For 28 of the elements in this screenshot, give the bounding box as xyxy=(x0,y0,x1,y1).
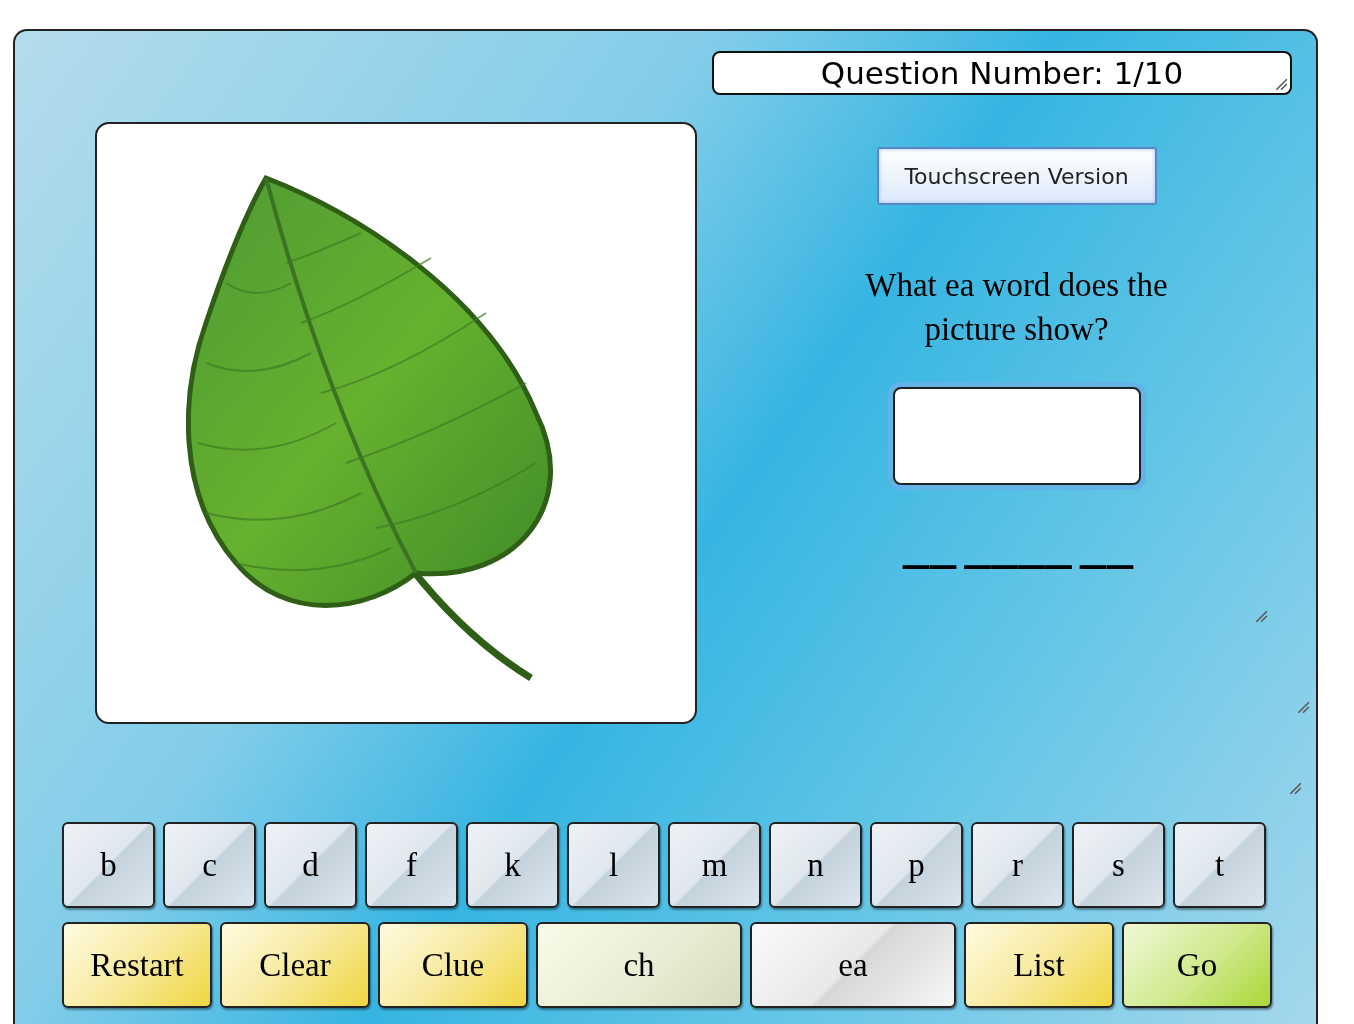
word-blanks: —— ———— —— xyxy=(901,547,1132,582)
letter-key[interactable]: r xyxy=(971,822,1064,908)
resize-grip-icon xyxy=(1274,77,1288,91)
question-prompt: What ea word does the picture show? xyxy=(864,266,1169,349)
keyboard-key[interactable]: Restart xyxy=(62,922,212,1008)
resize-grip-icon xyxy=(1288,781,1302,795)
touchscreen-version-button[interactable]: Touchscreen Version xyxy=(876,147,1157,205)
keyboard-key[interactable]: ch xyxy=(536,922,742,1008)
letter-key[interactable]: l xyxy=(567,822,660,908)
letter-key[interactable]: f xyxy=(365,822,458,908)
letter-key[interactable]: t xyxy=(1173,822,1266,908)
keyboard-key[interactable]: Clear xyxy=(220,922,370,1008)
letter-key[interactable]: m xyxy=(668,822,761,908)
letter-key[interactable]: k xyxy=(466,822,559,908)
letter-key[interactable]: p xyxy=(870,822,963,908)
keyboard-key[interactable]: List xyxy=(964,922,1114,1008)
question-number: Question Number: 1/10 xyxy=(712,51,1292,95)
letter-key[interactable]: s xyxy=(1072,822,1165,908)
answer-field[interactable] xyxy=(892,387,1141,485)
keyboard-key[interactable]: Clue xyxy=(378,922,528,1008)
keyboard-key[interactable]: ea xyxy=(750,922,956,1008)
letter-key[interactable]: d xyxy=(264,822,357,908)
resize-grip-icon xyxy=(1254,609,1268,623)
keyboard-key[interactable]: Go xyxy=(1122,922,1272,1008)
resize-grip-icon xyxy=(1296,700,1310,714)
letter-key[interactable]: b xyxy=(62,822,155,908)
letter-key[interactable]: n xyxy=(769,822,862,908)
letter-key[interactable]: c xyxy=(163,822,256,908)
